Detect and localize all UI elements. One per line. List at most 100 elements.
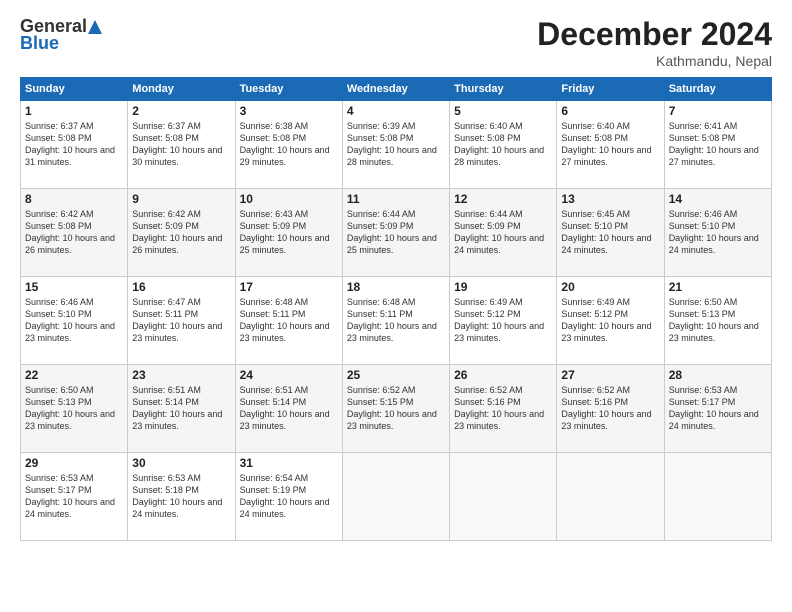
day-info: Sunrise: 6:51 AM Sunset: 5:14 PM Dayligh… [240,384,338,433]
day-info: Sunrise: 6:38 AM Sunset: 5:08 PM Dayligh… [240,120,338,169]
day-number: 31 [240,456,338,470]
table-row: 28 Sunrise: 6:53 AM Sunset: 5:17 PM Dayl… [664,365,771,453]
table-row: 8 Sunrise: 6:42 AM Sunset: 5:08 PM Dayli… [21,189,128,277]
table-row: 4 Sunrise: 6:39 AM Sunset: 5:08 PM Dayli… [342,101,449,189]
location-subtitle: Kathmandu, Nepal [537,53,772,69]
day-number: 16 [132,280,230,294]
day-number: 27 [561,368,659,382]
day-info: Sunrise: 6:39 AM Sunset: 5:08 PM Dayligh… [347,120,445,169]
day-number: 6 [561,104,659,118]
table-row: 5 Sunrise: 6:40 AM Sunset: 5:08 PM Dayli… [450,101,557,189]
table-row [557,453,664,541]
day-number: 17 [240,280,338,294]
table-row: 14 Sunrise: 6:46 AM Sunset: 5:10 PM Dayl… [664,189,771,277]
day-number: 21 [669,280,767,294]
day-info: Sunrise: 6:52 AM Sunset: 5:15 PM Dayligh… [347,384,445,433]
day-number: 24 [240,368,338,382]
title-area: December 2024 Kathmandu, Nepal [537,16,772,69]
day-number: 26 [454,368,552,382]
table-row: 13 Sunrise: 6:45 AM Sunset: 5:10 PM Dayl… [557,189,664,277]
logo-icon [88,20,102,34]
day-info: Sunrise: 6:50 AM Sunset: 5:13 PM Dayligh… [669,296,767,345]
day-info: Sunrise: 6:46 AM Sunset: 5:10 PM Dayligh… [25,296,123,345]
day-number: 7 [669,104,767,118]
day-info: Sunrise: 6:37 AM Sunset: 5:08 PM Dayligh… [25,120,123,169]
day-info: Sunrise: 6:54 AM Sunset: 5:19 PM Dayligh… [240,472,338,521]
table-row: 31 Sunrise: 6:54 AM Sunset: 5:19 PM Dayl… [235,453,342,541]
logo-blue-text: Blue [20,33,59,54]
month-title: December 2024 [537,16,772,53]
day-number: 30 [132,456,230,470]
table-row: 18 Sunrise: 6:48 AM Sunset: 5:11 PM Dayl… [342,277,449,365]
header: General Blue December 2024 Kathmandu, Ne… [20,16,772,69]
table-row: 24 Sunrise: 6:51 AM Sunset: 5:14 PM Dayl… [235,365,342,453]
day-number: 1 [25,104,123,118]
day-number: 25 [347,368,445,382]
calendar-table: Sunday Monday Tuesday Wednesday Thursday… [20,77,772,541]
header-tuesday: Tuesday [235,78,342,101]
day-info: Sunrise: 6:46 AM Sunset: 5:10 PM Dayligh… [669,208,767,257]
day-number: 14 [669,192,767,206]
table-row [664,453,771,541]
day-number: 5 [454,104,552,118]
table-row: 6 Sunrise: 6:40 AM Sunset: 5:08 PM Dayli… [557,101,664,189]
day-info: Sunrise: 6:47 AM Sunset: 5:11 PM Dayligh… [132,296,230,345]
day-number: 22 [25,368,123,382]
day-number: 18 [347,280,445,294]
table-row: 10 Sunrise: 6:43 AM Sunset: 5:09 PM Dayl… [235,189,342,277]
day-info: Sunrise: 6:49 AM Sunset: 5:12 PM Dayligh… [561,296,659,345]
table-row: 26 Sunrise: 6:52 AM Sunset: 5:16 PM Dayl… [450,365,557,453]
day-info: Sunrise: 6:53 AM Sunset: 5:17 PM Dayligh… [25,472,123,521]
day-number: 2 [132,104,230,118]
day-info: Sunrise: 6:44 AM Sunset: 5:09 PM Dayligh… [454,208,552,257]
day-info: Sunrise: 6:51 AM Sunset: 5:14 PM Dayligh… [132,384,230,433]
table-row: 2 Sunrise: 6:37 AM Sunset: 5:08 PM Dayli… [128,101,235,189]
day-info: Sunrise: 6:45 AM Sunset: 5:10 PM Dayligh… [561,208,659,257]
day-number: 13 [561,192,659,206]
day-info: Sunrise: 6:53 AM Sunset: 5:18 PM Dayligh… [132,472,230,521]
table-row [450,453,557,541]
table-row: 20 Sunrise: 6:49 AM Sunset: 5:12 PM Dayl… [557,277,664,365]
table-row: 15 Sunrise: 6:46 AM Sunset: 5:10 PM Dayl… [21,277,128,365]
calendar-week-row: 22 Sunrise: 6:50 AM Sunset: 5:13 PM Dayl… [21,365,772,453]
header-saturday: Saturday [664,78,771,101]
day-number: 12 [454,192,552,206]
table-row: 12 Sunrise: 6:44 AM Sunset: 5:09 PM Dayl… [450,189,557,277]
day-number: 4 [347,104,445,118]
day-info: Sunrise: 6:50 AM Sunset: 5:13 PM Dayligh… [25,384,123,433]
calendar-week-row: 1 Sunrise: 6:37 AM Sunset: 5:08 PM Dayli… [21,101,772,189]
day-info: Sunrise: 6:53 AM Sunset: 5:17 PM Dayligh… [669,384,767,433]
day-info: Sunrise: 6:41 AM Sunset: 5:08 PM Dayligh… [669,120,767,169]
table-row: 7 Sunrise: 6:41 AM Sunset: 5:08 PM Dayli… [664,101,771,189]
day-info: Sunrise: 6:48 AM Sunset: 5:11 PM Dayligh… [240,296,338,345]
page-container: General Blue December 2024 Kathmandu, Ne… [0,0,792,612]
table-row: 22 Sunrise: 6:50 AM Sunset: 5:13 PM Dayl… [21,365,128,453]
day-number: 3 [240,104,338,118]
table-row: 17 Sunrise: 6:48 AM Sunset: 5:11 PM Dayl… [235,277,342,365]
header-monday: Monday [128,78,235,101]
table-row: 29 Sunrise: 6:53 AM Sunset: 5:17 PM Dayl… [21,453,128,541]
day-number: 20 [561,280,659,294]
table-row: 1 Sunrise: 6:37 AM Sunset: 5:08 PM Dayli… [21,101,128,189]
header-thursday: Thursday [450,78,557,101]
header-wednesday: Wednesday [342,78,449,101]
day-info: Sunrise: 6:43 AM Sunset: 5:09 PM Dayligh… [240,208,338,257]
day-info: Sunrise: 6:40 AM Sunset: 5:08 PM Dayligh… [454,120,552,169]
day-info: Sunrise: 6:44 AM Sunset: 5:09 PM Dayligh… [347,208,445,257]
table-row: 21 Sunrise: 6:50 AM Sunset: 5:13 PM Dayl… [664,277,771,365]
day-number: 8 [25,192,123,206]
day-info: Sunrise: 6:52 AM Sunset: 5:16 PM Dayligh… [454,384,552,433]
day-info: Sunrise: 6:52 AM Sunset: 5:16 PM Dayligh… [561,384,659,433]
table-row: 9 Sunrise: 6:42 AM Sunset: 5:09 PM Dayli… [128,189,235,277]
day-info: Sunrise: 6:42 AM Sunset: 5:08 PM Dayligh… [25,208,123,257]
day-number: 9 [132,192,230,206]
table-row: 30 Sunrise: 6:53 AM Sunset: 5:18 PM Dayl… [128,453,235,541]
day-number: 11 [347,192,445,206]
calendar-header-row: Sunday Monday Tuesday Wednesday Thursday… [21,78,772,101]
table-row [342,453,449,541]
logo: General Blue [20,16,102,54]
header-sunday: Sunday [21,78,128,101]
day-number: 19 [454,280,552,294]
header-friday: Friday [557,78,664,101]
calendar-week-row: 29 Sunrise: 6:53 AM Sunset: 5:17 PM Dayl… [21,453,772,541]
